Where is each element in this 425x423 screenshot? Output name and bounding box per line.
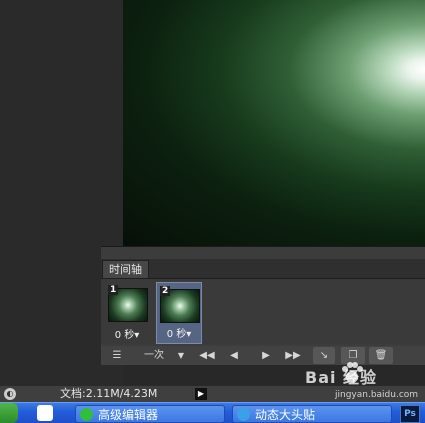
zoom-icon[interactable]: ◐ [4,388,16,400]
baidu-watermark: Bai 经验 jingyan.baidu.com [305,358,425,404]
document-size: 文档:2.11M/4.23M [60,387,158,400]
windows-taskbar: 高级编辑器 动态大头贴 Ps [0,402,425,423]
frame-strip: 1 0 秒▾ 2 0 秒▾ [101,279,425,344]
document-canvas[interactable] [123,0,425,248]
editor-app-icon [80,408,93,421]
animation-frame-2[interactable]: 2 0 秒▾ [156,282,202,344]
frame-delay-select[interactable]: 0 秒▾ [157,325,201,340]
play-icon[interactable]: ▶ [257,347,275,364]
photoshop-icon[interactable]: Ps [400,405,420,423]
tab-timeline[interactable]: 时间轴 [102,260,149,278]
timeline-tab-bar: 时间轴 [101,259,425,279]
chevron-down-icon[interactable]: ▼ [174,347,188,364]
frame-number: 2 [160,286,171,296]
sticker-app-icon [237,408,250,421]
first-frame-icon[interactable]: ◀◀ [197,347,217,364]
taskbar-button-editor[interactable]: 高级编辑器 [75,405,225,423]
start-button[interactable] [0,403,18,423]
previous-frame-icon[interactable]: ◀ [225,347,243,364]
animation-frame-1[interactable]: 1 0 秒▾ [105,282,151,344]
convert-timeline-icon[interactable]: ☰ [106,347,128,364]
loop-option-select[interactable]: 一次 [139,347,169,364]
quick-launch-icon[interactable] [37,405,53,421]
frame-delay-select[interactable]: 0 秒▾ [105,326,149,341]
taskbar-label: 高级编辑器 [98,408,159,422]
next-frame-icon[interactable]: ▶▶ [283,347,303,364]
watermark-text: Bai 经验 [305,368,378,387]
taskbar-button-sticker[interactable]: 动态大头贴 [232,405,392,423]
watermark-url: jingyan.baidu.com [335,390,419,400]
frame-number: 1 [108,285,119,295]
taskbar-label: 动态大头贴 [255,408,316,422]
status-menu-arrow[interactable]: ▶ [195,388,207,400]
timeline-panel: 时间轴 1 0 秒▾ 2 0 秒▾ ☰ 一次 ▼ ◀◀ ◀ ▶ ▶▶ ↘ ❐ 🗑 [101,246,425,365]
